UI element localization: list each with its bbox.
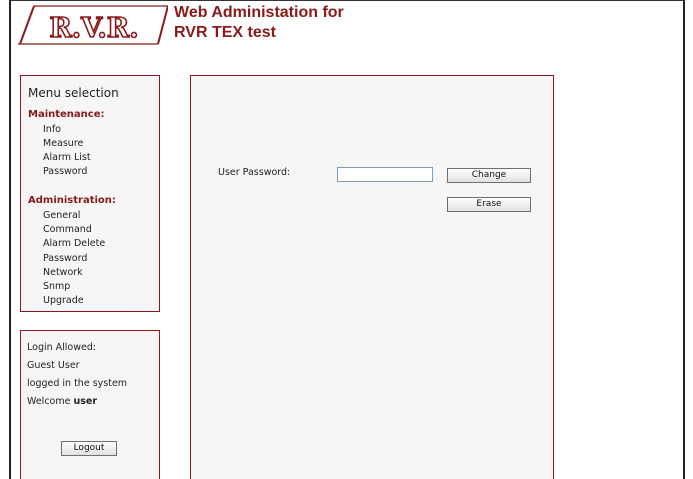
menu-panel: Menu selection Maintenance: Info Measure… xyxy=(20,75,160,312)
login-status-label: Login Allowed: xyxy=(27,342,97,353)
welcome-message: Welcome user xyxy=(27,396,97,407)
menu-item-upgrade[interactable]: Upgrade xyxy=(43,295,84,306)
welcome-username: user xyxy=(73,396,98,407)
login-status-text: logged in the system xyxy=(27,378,128,389)
rvr-logo: R.V.R. xyxy=(18,5,168,45)
menu-item-alarm-list[interactable]: Alarm List xyxy=(43,152,91,163)
user-password-input[interactable] xyxy=(337,167,433,182)
menu-item-network[interactable]: Network xyxy=(43,267,83,278)
change-button[interactable]: Change xyxy=(447,168,531,183)
frame-right-border xyxy=(683,0,685,479)
login-panel: Login Allowed: Guest User logged in the … xyxy=(20,330,160,479)
welcome-prefix: Welcome xyxy=(27,396,74,407)
menu-item-snmp[interactable]: Snmp xyxy=(43,281,70,292)
user-password-label: User Password: xyxy=(218,167,291,178)
menu-item-general[interactable]: General xyxy=(43,210,80,221)
logout-button[interactable]: Logout xyxy=(61,441,117,456)
logo-text: R.V.R. xyxy=(49,13,138,44)
administration-heading: Administration: xyxy=(28,195,116,206)
frame-left-border xyxy=(9,0,11,479)
menu-item-alarm-delete[interactable]: Alarm Delete xyxy=(43,238,105,249)
menu-item-info[interactable]: Info xyxy=(43,124,61,135)
frame-top-border xyxy=(9,0,684,1)
menu-title: Menu selection xyxy=(28,86,119,100)
menu-item-admin-password[interactable]: Password xyxy=(43,253,87,264)
menu-item-maintenance-password[interactable]: Password xyxy=(43,166,87,177)
maintenance-heading: Maintenance: xyxy=(28,109,105,120)
erase-button[interactable]: Erase xyxy=(447,197,531,212)
login-user-type: Guest User xyxy=(27,360,80,371)
page-title: Web Administation for RVR TEX test xyxy=(174,3,344,43)
menu-item-measure[interactable]: Measure xyxy=(43,138,83,149)
main-panel: User Password: Change Erase xyxy=(190,75,554,479)
page-title-line1: Web Administation for xyxy=(174,4,344,21)
page-title-line2: RVR TEX test xyxy=(174,24,276,41)
menu-item-command[interactable]: Command xyxy=(43,224,92,235)
